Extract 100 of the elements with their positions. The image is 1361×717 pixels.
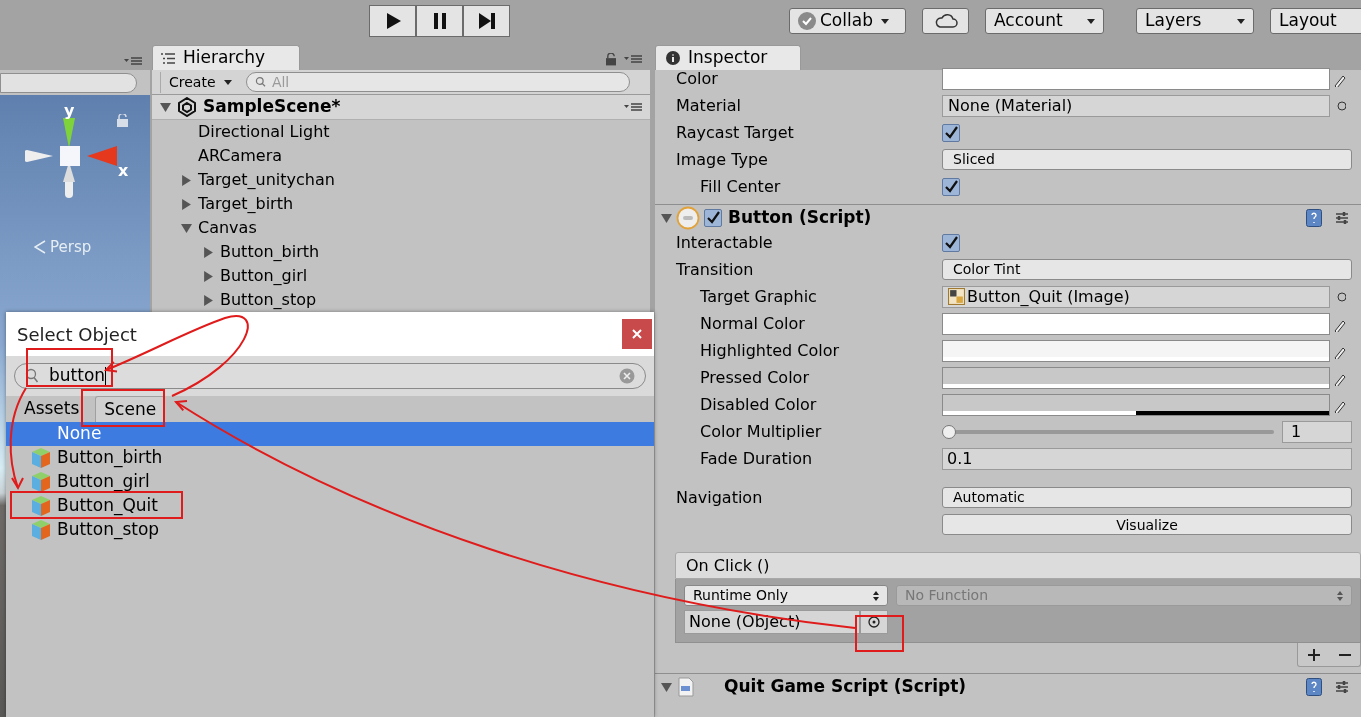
button-component-icon <box>676 206 700 230</box>
create-dropdown[interactable]: Create <box>160 71 232 93</box>
hierarchy-item[interactable]: ARCamera <box>198 144 283 168</box>
component-title[interactable]: Button (Script) <box>728 205 1302 231</box>
target-icon <box>868 616 880 628</box>
expanded-arrow-icon[interactable] <box>661 681 672 693</box>
cloud-icon <box>933 13 958 29</box>
dropdown[interactable]: Automatic <box>942 487 1352 508</box>
cloud-button[interactable] <box>922 8 969 34</box>
checkbox[interactable] <box>942 233 960 252</box>
dropdown-button[interactable]: Layout <box>1270 8 1361 34</box>
collapsed-arrow-icon[interactable] <box>203 246 214 258</box>
axis-label: y <box>64 103 75 119</box>
color-field[interactable] <box>942 312 1330 335</box>
object-list-item[interactable]: None <box>6 422 654 446</box>
collapsed-arrow-icon[interactable] <box>203 270 214 282</box>
cube-icon <box>30 495 52 517</box>
sliders-icon[interactable] <box>1334 210 1350 226</box>
collapsed-arrow-icon[interactable] <box>181 198 192 210</box>
caret-icon <box>1087 18 1095 24</box>
collapsed-arrow-icon[interactable] <box>203 294 214 306</box>
hierarchy-item[interactable]: Button_girl <box>220 264 308 288</box>
check-circle-icon <box>798 12 816 30</box>
expanded-arrow-icon[interactable] <box>661 212 672 224</box>
step-button[interactable] <box>463 5 510 37</box>
object-list-item[interactable]: Button_Quit <box>6 494 654 518</box>
color-field[interactable] <box>942 67 1330 90</box>
dropdown-button[interactable]: Account <box>985 8 1104 34</box>
object-field[interactable]: None (Material) <box>942 94 1330 117</box>
object-list-item[interactable]: Button_birth <box>6 446 654 470</box>
property-label: Color Multiplier <box>700 421 822 441</box>
dropdown[interactable]: Sliced <box>942 149 1352 170</box>
property-label: Transition <box>676 259 754 279</box>
checkmark-icon <box>944 179 958 194</box>
chevron-left-icon[interactable] <box>34 240 46 254</box>
checkbox[interactable] <box>942 123 960 142</box>
menu-icon[interactable] <box>624 55 642 64</box>
hierarchy-item[interactable]: Directional Light <box>198 120 330 144</box>
plus-icon[interactable] <box>1307 648 1320 661</box>
help-icon[interactable] <box>1306 678 1322 696</box>
property-label: Pressed Color <box>700 367 809 387</box>
hierarchy-item[interactable]: Button_stop <box>220 288 317 312</box>
source-tab[interactable]: Assets <box>16 396 88 422</box>
search-icon <box>25 368 39 384</box>
step-icon <box>476 11 497 31</box>
component-title[interactable]: Quit Game Script (Script) <box>724 674 1300 700</box>
play-button[interactable] <box>369 5 416 37</box>
image-icon <box>948 288 965 305</box>
collab-button[interactable]: Collab <box>789 8 906 34</box>
slider[interactable] <box>942 423 1274 440</box>
number-field[interactable]: 0.1 <box>942 447 1352 470</box>
hierarchy-item[interactable]: Button_birth <box>220 240 320 264</box>
menu-icon[interactable] <box>624 102 642 112</box>
expanded-arrow-icon[interactable] <box>160 101 171 113</box>
color-field[interactable] <box>942 393 1330 416</box>
close-button[interactable] <box>622 319 652 349</box>
search-text: button <box>49 364 108 388</box>
object-list-item[interactable]: Button_stop <box>6 518 654 542</box>
help-icon[interactable] <box>1306 209 1322 227</box>
property-label: Target Graphic <box>700 286 817 306</box>
object-list-item[interactable]: Button_girl <box>6 470 654 494</box>
source-tab[interactable]: Scene <box>95 396 166 422</box>
search-input[interactable]: All <box>271 71 621 93</box>
lock-icon[interactable] <box>117 114 128 127</box>
checkbox[interactable] <box>704 209 722 227</box>
hierarchy-tab[interactable]: Hierarchy <box>152 45 300 70</box>
runtime-dropdown[interactable]: Runtime Only <box>684 585 888 606</box>
sliders-icon[interactable] <box>1334 679 1350 695</box>
lock-icon[interactable] <box>606 53 616 66</box>
close-icon <box>632 329 642 339</box>
color-field[interactable] <box>942 339 1330 362</box>
property-label: Fill Center <box>700 176 781 196</box>
slider-thumb[interactable] <box>942 424 956 439</box>
color-field[interactable] <box>942 366 1330 389</box>
expanded-arrow-icon[interactable] <box>181 222 192 234</box>
event-header: On Click () <box>675 552 1361 579</box>
dropdown[interactable]: Color Tint <box>942 259 1352 280</box>
inspector-tab[interactable]: Inspector <box>655 45 801 70</box>
property-label: Color <box>676 68 718 88</box>
dropdown-button[interactable]: Layers <box>1136 8 1254 34</box>
search-field[interactable]: All <box>245 72 630 92</box>
number-field[interactable]: 1 <box>1282 420 1352 443</box>
property-label: Normal Color <box>700 313 805 333</box>
highlight-frame <box>855 615 904 652</box>
hierarchy-item[interactable]: Target_unitychan <box>198 168 335 192</box>
object-field[interactable]: None (Object) <box>684 610 860 634</box>
hierarchy-item[interactable]: Target_birth <box>198 192 294 216</box>
search-field[interactable]: button <box>14 363 646 389</box>
object-picker-icon[interactable] <box>1336 99 1346 112</box>
checkbox[interactable] <box>942 177 960 196</box>
pause-button[interactable] <box>416 5 463 37</box>
object-field[interactable]: Button_Quit (Image) <box>942 285 1330 308</box>
hierarchy-item[interactable]: Canvas <box>198 216 257 240</box>
visualize-button[interactable]: Visualize <box>942 514 1352 535</box>
info-icon <box>666 51 680 65</box>
menu-icon[interactable] <box>124 57 142 66</box>
object-picker-button[interactable] <box>860 610 888 634</box>
object-picker-icon[interactable] <box>1336 290 1346 303</box>
collapsed-arrow-icon[interactable] <box>181 174 192 186</box>
search-field[interactable] <box>0 72 137 93</box>
